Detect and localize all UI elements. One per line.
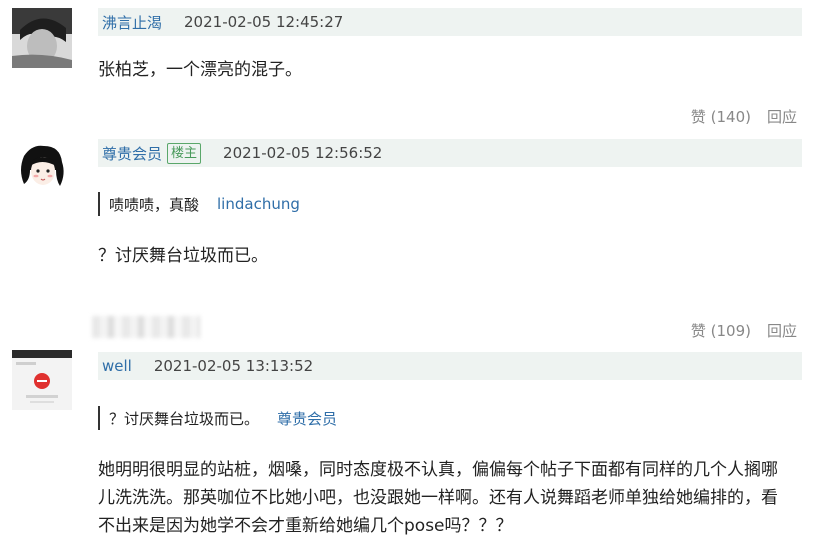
comment-body: ？讨厌舞台垃圾而已。: [98, 246, 268, 266]
comment-username[interactable]: 沸言止渴: [102, 12, 162, 33]
comment-header: well 2021-02-05 13:13:52: [98, 352, 802, 380]
quoted-reply: ？讨厌舞台垃圾而已。 尊贵会员: [98, 406, 337, 430]
comment-header: 尊贵会员 楼主 2021-02-05 12:56:52: [98, 139, 802, 167]
blurred-username: [92, 316, 200, 338]
comment-username[interactable]: well: [102, 357, 132, 375]
comment-body-line: 不出来是因为她学不会才重新给她编几个pose吗？？？: [98, 516, 513, 536]
quote-username[interactable]: lindachung: [217, 195, 300, 213]
quote-text: 啧啧啧，真酸: [109, 195, 200, 214]
like-button[interactable]: 赞 (140): [691, 106, 751, 127]
quoted-reply: 啧啧啧，真酸 lindachung: [98, 192, 300, 216]
avatar-screenshot-icon: [12, 350, 72, 410]
avatar[interactable]: [12, 350, 72, 410]
avatar-photo-icon: [12, 8, 72, 68]
comment-actions: 赞 (109) 回应: [691, 320, 797, 341]
reply-button[interactable]: 回应: [767, 106, 797, 127]
comment-username[interactable]: 尊贵会员: [102, 143, 162, 164]
comment-body: 她明明很明显的站桩，烟嗓，同时态度极不认真，偏偏每个帖子下面都有同样的几个人搁哪…: [98, 456, 808, 540]
comment-actions: 赞 (140) 回应: [691, 106, 797, 127]
comment-body-line: 她明明很明显的站桩，烟嗓，同时态度极不认真，偏偏每个帖子下面都有同样的几个人搁哪: [98, 460, 778, 480]
comment-thread: 沸言止渴 2021-02-05 12:45:27 张柏芝，一个漂亮的混子。 赞 …: [0, 0, 827, 550]
quote-text: ？讨厌舞台垃圾而已。: [109, 409, 260, 428]
reply-button[interactable]: 回应: [767, 320, 797, 341]
comment-header: 沸言止渴 2021-02-05 12:45:27: [98, 8, 802, 36]
op-badge: 楼主: [167, 142, 202, 164]
comment-body-line: 儿洗洗洗。那英咖位不比她小吧，也没跟她一样啊。还有人说舞蹈老师单独给她编排的，看: [98, 488, 778, 508]
comment-body: 张柏芝，一个漂亮的混子。: [98, 60, 302, 80]
like-button[interactable]: 赞 (109): [691, 320, 751, 341]
quote-username[interactable]: 尊贵会员: [277, 408, 337, 429]
avatar[interactable]: [12, 8, 72, 68]
avatar-cartoon-girl-icon: [12, 140, 72, 200]
comment-timestamp: 2021-02-05 12:45:27: [184, 13, 344, 31]
comment-timestamp: 2021-02-05 13:13:52: [153, 357, 314, 375]
avatar[interactable]: [12, 140, 72, 200]
comment-timestamp: 2021-02-05 12:56:52: [223, 144, 383, 162]
